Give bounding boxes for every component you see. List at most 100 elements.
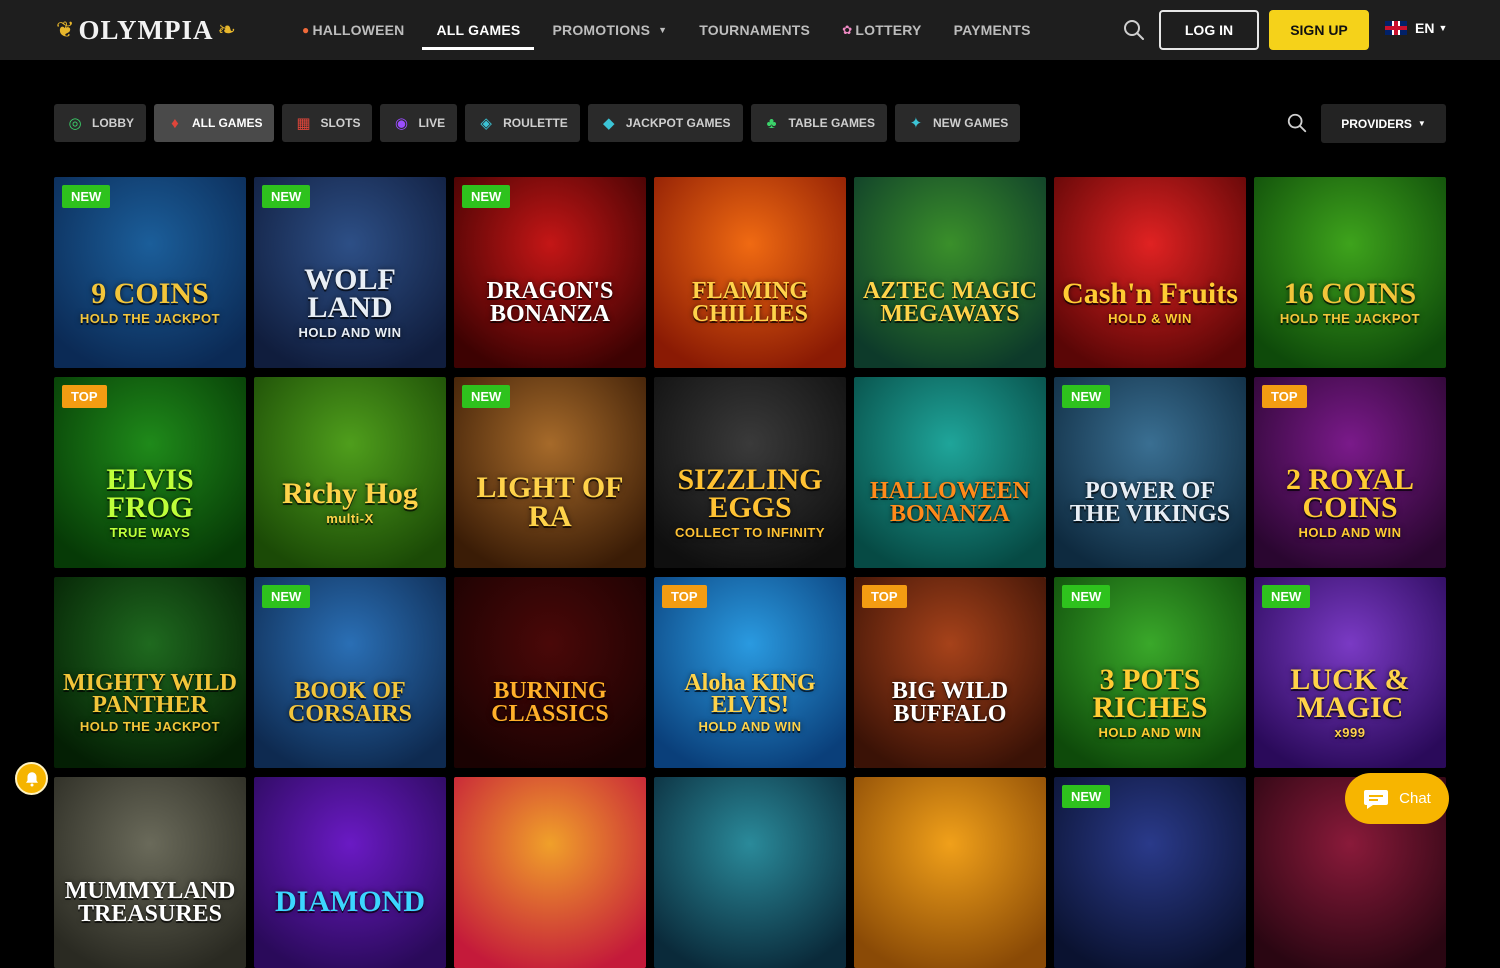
game-thumbnail <box>254 777 446 968</box>
providers-label: PROVIDERS <box>1341 116 1412 131</box>
game-tile[interactable]: NEW BOOK OF CORSAIRS <box>254 577 446 768</box>
game-title-block: 3 POTS RICHES HOLD AND WIN <box>1054 664 1246 740</box>
category-roulette[interactable]: ◈ ROULETTE <box>465 104 580 142</box>
game-title-block: BOOK OF CORSAIRS <box>254 677 446 727</box>
game-badge: NEW <box>462 185 511 208</box>
game-title: 2 ROYAL COINS <box>1285 462 1415 525</box>
game-tile[interactable]: TOP BIG WILD BUFFALO <box>854 577 1046 768</box>
notification-bell-button[interactable] <box>15 762 48 795</box>
nav-item-payments[interactable]: PAYMENTS <box>954 0 1031 60</box>
game-subtitle: HOLD AND WIN <box>698 719 802 735</box>
game-subtitle: HOLD AND WIN <box>298 324 402 340</box>
game-tile[interactable]: NEW DRAGON'S BONANZA <box>454 177 646 368</box>
game-badge: NEW <box>462 385 511 408</box>
game-title: HALLOWEEN BONANZA <box>869 477 1031 527</box>
uk-flag-icon <box>1385 21 1407 35</box>
chevron-down-icon: ▼ <box>1417 119 1426 128</box>
game-tile[interactable]: TOP 2 ROYAL COINS HOLD AND WIN <box>1254 377 1446 568</box>
category-jackpot-games[interactable]: ◆ JACKPOT GAMES <box>587 104 743 142</box>
signup-button[interactable]: SIGN UP <box>1269 10 1369 50</box>
game-tile[interactable]: NEW 9 COINS HOLD THE JACKPOT <box>54 177 246 368</box>
nav-item-all-games[interactable]: ALL GAMES <box>422 0 535 60</box>
game-badge: TOP <box>862 585 907 608</box>
nav-item-label: PROMOTIONS <box>552 22 651 38</box>
nav-item-tournaments[interactable]: TOURNAMENTS <box>699 0 810 60</box>
nav-item-label: PAYMENTS <box>953 22 1031 38</box>
nav-item-label: HALLOWEEN <box>312 22 405 38</box>
game-title: BURNING CLASSICS <box>491 677 609 727</box>
game-subtitle: HOLD AND WIN <box>1298 524 1402 540</box>
game-title: AZTEC MAGIC MEGAWAYS <box>862 277 1037 327</box>
game-tile[interactable]: FLAMING CHILLIES <box>654 177 846 368</box>
chat-button[interactable]: Chat <box>1345 773 1449 824</box>
game-subtitle: HOLD THE JACKPOT <box>79 310 221 326</box>
laurel-left-icon: ❦ <box>56 17 75 42</box>
search-icon[interactable] <box>1122 18 1146 42</box>
language-selector[interactable]: EN ▼ <box>1385 20 1447 36</box>
game-tile[interactable]: Richy Hog multi-X <box>254 377 446 568</box>
category-all-games[interactable]: ♦ ALL GAMES <box>154 104 275 142</box>
game-title: 9 COINS <box>91 277 209 311</box>
game-subtitle: multi-X <box>326 510 374 526</box>
game-title: LUCK & MAGIC <box>1290 662 1410 725</box>
olympia-logo[interactable]: ❦ OLYMPIA ❧ <box>56 10 251 50</box>
game-thumbnail <box>854 377 1046 568</box>
game-title-block: SIZZLING EGGS COLLECT TO INFINITY <box>654 464 846 539</box>
game-search-icon[interactable] <box>1286 112 1308 134</box>
game-title-block: Cash'n Fruits HOLD & WIN <box>1054 279 1246 325</box>
game-title-block: LIGHT OF RA <box>454 473 646 532</box>
login-button[interactable]: LOG IN <box>1159 10 1259 50</box>
game-tile[interactable]: NEW LUCK & MAGIC x999 <box>1254 577 1446 768</box>
game-title-block: BIG WILD BUFFALO <box>854 679 1046 726</box>
game-tile[interactable]: NEW LIGHT OF RA <box>454 377 646 568</box>
providers-dropdown[interactable]: PROVIDERS ▼ <box>1321 104 1446 143</box>
game-tile[interactable] <box>654 777 846 968</box>
game-title: BOOK OF CORSAIRS <box>287 677 413 727</box>
game-title-block: LUCK & MAGIC x999 <box>1254 662 1446 739</box>
nav-item-lottery[interactable]: ✿ LOTTERY <box>842 0 921 60</box>
category-label: ROULETTE <box>503 116 568 130</box>
category-label: NEW GAMES <box>932 116 1009 130</box>
game-tile[interactable]: NEW WOLF LAND HOLD AND WIN <box>254 177 446 368</box>
category-lobby[interactable]: ◎ LOBBY <box>54 104 146 142</box>
game-badge: NEW <box>1062 785 1111 808</box>
game-title: DRAGON'S BONANZA <box>486 277 614 327</box>
roulette-icon: ◈ <box>480 115 492 132</box>
game-tile[interactable]: 16 COINS HOLD THE JACKPOT <box>1254 177 1446 368</box>
game-tile[interactable]: NEW POWER OF THE VIKINGS <box>1054 377 1246 568</box>
game-title: FLAMING CHILLIES <box>691 277 809 327</box>
game-tile[interactable]: NEW <box>1054 777 1246 968</box>
category-slots[interactable]: ▦ SLOTS <box>282 104 373 142</box>
game-tile[interactable] <box>854 777 1046 968</box>
game-tile[interactable]: BURNING CLASSICS <box>454 577 646 768</box>
game-title: 16 COINS <box>1283 277 1417 311</box>
main-nav: ● HALLOWEEN ALL GAMES PROMOTIONS ▼ TOURNAMENT… <box>302 0 1063 60</box>
game-subtitle: HOLD AND WIN <box>1098 724 1202 740</box>
category-label: TABLE GAMES <box>788 116 875 130</box>
game-tile[interactable]: NEW 3 POTS RICHES HOLD AND WIN <box>1054 577 1246 768</box>
nav-item-promotions[interactable]: PROMOTIONS ▼ <box>552 0 667 60</box>
game-tile[interactable]: AZTEC MAGIC MEGAWAYS <box>854 177 1046 368</box>
game-thumbnail <box>854 177 1046 368</box>
game-tile[interactable]: HALLOWEEN BONANZA <box>854 377 1046 568</box>
game-badge: NEW <box>1062 385 1111 408</box>
game-title-block: Richy Hog multi-X <box>274 479 426 526</box>
table-icon: ♣ <box>766 114 777 132</box>
nav-item-halloween[interactable]: ● HALLOWEEN <box>302 0 404 60</box>
game-tile[interactable]: Cash'n Fruits HOLD & WIN <box>1054 177 1246 368</box>
game-tile[interactable] <box>454 777 646 968</box>
game-subtitle: HOLD THE JACKPOT <box>1279 310 1421 326</box>
game-tile[interactable]: MIGHTY WILD PANTHER HOLD THE JACKPOT <box>54 577 246 768</box>
game-title: ELVIS FROG <box>106 462 194 525</box>
game-tile[interactable]: SIZZLING EGGS COLLECT TO INFINITY <box>654 377 846 568</box>
game-tile[interactable]: TOP ELVIS FROG TRUE WAYS <box>54 377 246 568</box>
chevron-down-icon: ▼ <box>1438 23 1448 33</box>
flower-icon: ✿ <box>842 23 853 37</box>
category-live[interactable]: ◉ LIVE <box>380 104 458 142</box>
nav-item-label: TOURNAMENTS <box>699 22 811 38</box>
category-new-games[interactable]: ✦ NEW GAMES <box>894 104 1021 142</box>
category-table-games[interactable]: ♣ TABLE GAMES <box>750 104 887 142</box>
game-tile[interactable]: TOP Aloha KING ELVIS! HOLD AND WIN <box>654 577 846 768</box>
game-tile[interactable]: MUMMYLAND TREASURES <box>54 777 246 968</box>
game-tile[interactable]: DIAMOND <box>254 777 446 968</box>
